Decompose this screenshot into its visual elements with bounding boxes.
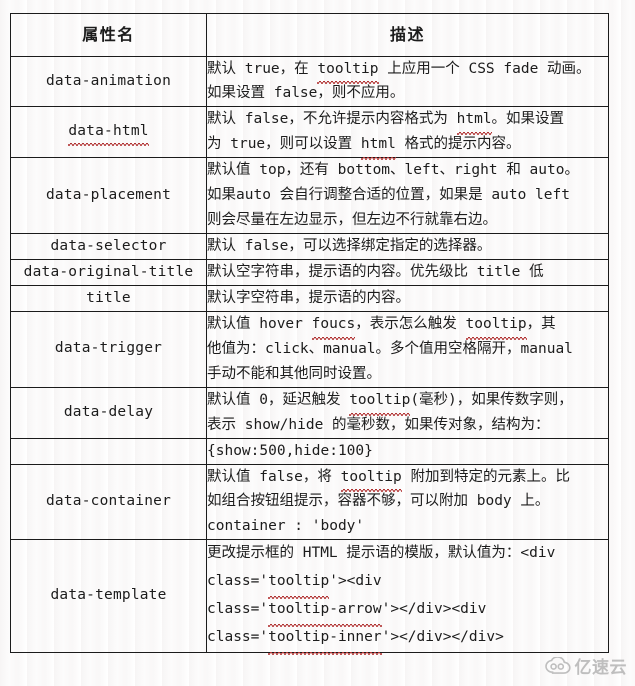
attribute-name-cell: data-original-title — [10, 259, 207, 286]
attribute-description-cell: {show:500,hide:100} — [206, 437, 609, 465]
attribute-description-cell: 默认空字符串，提示语的内容。优先级比 title 低 — [206, 259, 609, 286]
spellcheck-word: html — [456, 107, 492, 136]
watermark-text: 亿速云 — [574, 658, 627, 678]
tooltip-options-table: 属性名 描述 data-animation 默认 true，在 tooltip 上… — [10, 13, 609, 655]
attribute-description-cell: 默认 false，可以选择绑定指定的选择器。 — [206, 233, 609, 261]
table-row: data-placement 默认值 top，还有 bottom、left、rig… — [10, 157, 609, 235]
attribute-name-cell-empty — [10, 437, 207, 465]
attribute-name-cell: data-container — [10, 463, 207, 541]
attribute-description-cell: 默认值 hover foucs，表示怎么触发 tooltip，其 他值为：cli… — [206, 310, 609, 388]
attribute-name-cell: data-html — [10, 106, 207, 159]
spellcheck-word: data-html — [68, 121, 150, 146]
attribute-name-cell: title — [10, 284, 207, 312]
site-watermark: 亿速云 — [544, 653, 628, 678]
attribute-description-cell: 更改提示框的 HTML 提示语的模版，默认值为：<div class='tool… — [206, 539, 609, 655]
attribute-description-cell: 默认值 false，将 tooltip 附加到特定的元素上。比 如组合按钮组提示… — [206, 463, 609, 541]
table-header-row: 属性名 描述 — [10, 13, 609, 57]
spellcheck-word: tooltip-inner — [268, 624, 382, 655]
attribute-description-cell: 默认 false，不允许提示内容格式为 html。如果设置 为 true，则可以… — [206, 106, 609, 161]
attribute-description-cell: 默认字空符串，提示语的内容。 — [206, 284, 609, 312]
spellcheck-word: tooltip — [268, 568, 330, 599]
attribute-name-cell: data-selector — [10, 233, 207, 261]
table-row: data-template 更改提示框的 HTML 提示语的模版，默认值为：<di… — [10, 539, 609, 655]
attribute-description-cell: 默认 true，在 tooltip 上应用一个 CSS fade 动画。 如果设… — [206, 55, 609, 108]
attribute-description-cell: 默认值 top，还有 bottom、left、right 和 auto。 如果a… — [206, 157, 609, 235]
table-row: data-container 默认值 false，将 tooltip 附加到特定的… — [10, 463, 609, 541]
table-row: data-delay 默认值 0，延迟触发 tooltip(毫秒)，如果传数字则，… — [10, 386, 609, 439]
table-row: data-animation 默认 true，在 tooltip 上应用一个 CS… — [10, 55, 609, 108]
column-header-attribute-name: 属性名 — [10, 13, 207, 57]
attribute-description-cell: 默认值 0，延迟触发 tooltip(毫秒)，如果传数字则， 表示 show/h… — [206, 386, 609, 439]
column-header-description: 描述 — [206, 13, 609, 57]
attribute-name-cell: data-template — [10, 539, 207, 653]
spellcheck-word: tooltip — [465, 312, 527, 340]
cloud-logo-icon — [544, 657, 571, 674]
spellcheck-word: tooltip-arrow — [268, 596, 382, 627]
attribute-name-cell: data-trigger — [10, 310, 207, 388]
table-row: {show:500,hide:100} — [10, 437, 609, 465]
attribute-name-cell: data-delay — [10, 386, 207, 439]
table-row: data-original-title 默认空字符串，提示语的内容。优先级比 ti… — [10, 259, 609, 286]
attribute-name-cell: data-animation — [10, 55, 207, 108]
spellcheck-word: foucs — [311, 312, 355, 340]
table-row: data-html 默认 false，不允许提示内容格式为 html。如果设置 为… — [10, 106, 609, 161]
table-row: data-selector 默认 false，可以选择绑定指定的选择器。 — [10, 233, 609, 261]
table-body: data-animation 默认 true，在 tooltip 上应用一个 CS… — [10, 55, 609, 655]
spellcheck-word: html — [360, 132, 396, 161]
document-sheet: 属性名 描述 data-animation 默认 true，在 tooltip 上… — [0, 0, 635, 686]
table-row: title 默认字空符串，提示语的内容。 — [10, 284, 609, 312]
spellcheck-word: tooltip — [349, 388, 411, 416]
attribute-name-cell: data-placement — [10, 157, 207, 235]
table-row: data-trigger 默认值 hover foucs，表示怎么触发 toolt… — [10, 310, 609, 388]
spellcheck-word: tooltip — [340, 465, 402, 493]
spellcheck-word: tooltip — [317, 57, 379, 85]
